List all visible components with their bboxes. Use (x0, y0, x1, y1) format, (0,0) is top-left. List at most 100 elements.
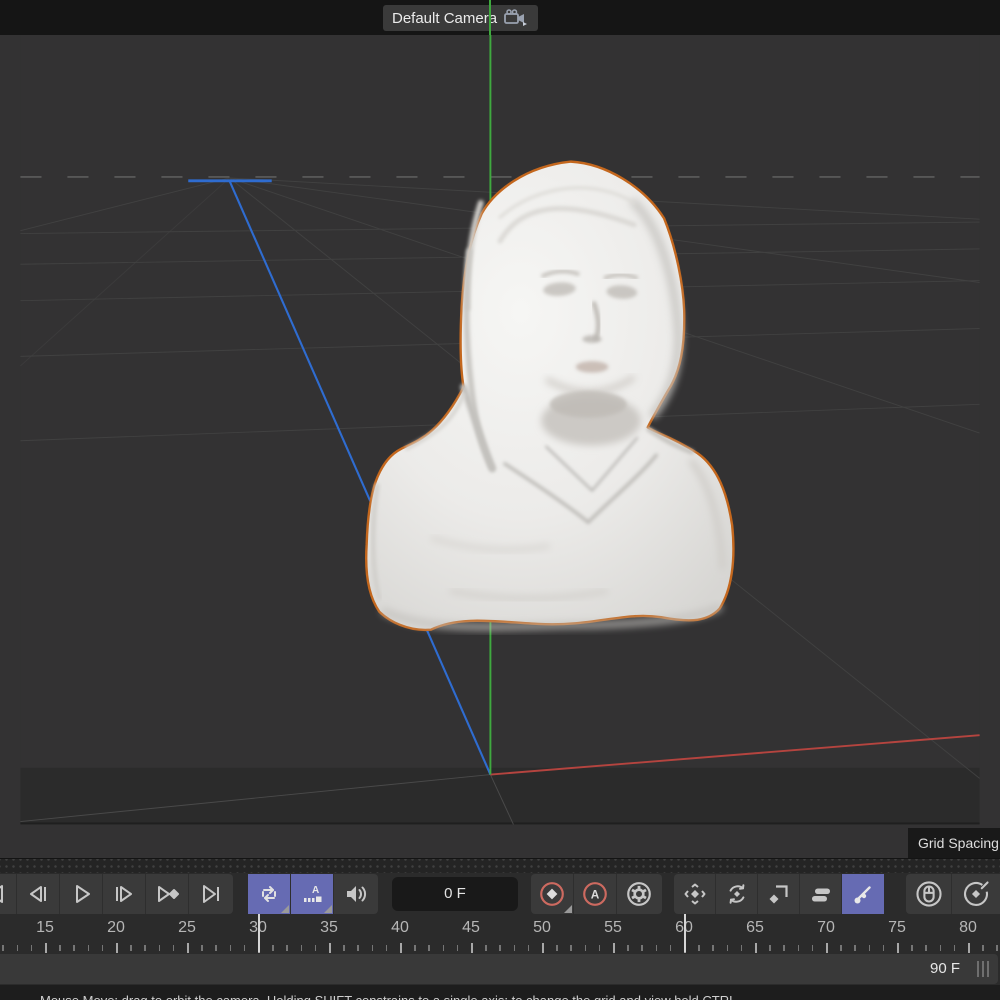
loop-cycle-button[interactable] (248, 874, 291, 914)
ruler-tick (244, 945, 246, 951)
viewport-bottom-edge (20, 823, 979, 825)
ruler-frame-label: 50 (533, 919, 551, 937)
ruler-tick (783, 945, 785, 951)
camera-menu-button[interactable]: Default Camera (383, 5, 538, 31)
ruler-tick (443, 945, 445, 951)
status-text: Mouse Move: drag to orbit the camera. Ho… (40, 993, 736, 1000)
ruler-tick (45, 943, 47, 953)
grid-spacing-label: Grid Spacing (908, 828, 1000, 858)
timeline-ticks[interactable] (0, 942, 1000, 954)
next-frame-button[interactable] (103, 874, 146, 914)
previous-frame-button[interactable] (17, 874, 60, 914)
timeline-ruler[interactable]: 1520253035404550556065707580 (0, 916, 1000, 942)
ruler-tick (372, 945, 374, 951)
current-frame-field[interactable]: 0 F (392, 877, 518, 911)
toolbar-grip-dots[interactable] (0, 858, 1000, 873)
ruler-tick (315, 945, 317, 951)
mouse-record-button[interactable] (906, 874, 952, 914)
ruler-tick (130, 945, 132, 951)
timeline-marker[interactable] (258, 914, 260, 952)
key-pla-button[interactable] (842, 874, 884, 914)
autokey-display-button[interactable]: A (291, 874, 334, 914)
ruler-tick (457, 945, 459, 951)
key-parameter-button[interactable] (800, 874, 842, 914)
scene-3d (0, 35, 1000, 858)
ruler-tick (514, 945, 516, 951)
ruler-tick (357, 945, 359, 951)
ruler-tick (414, 945, 416, 951)
timeline-marker[interactable] (684, 914, 686, 952)
ruler-tick (982, 945, 984, 951)
autokey-record-button[interactable]: A (574, 874, 617, 914)
timeline-range-bar[interactable]: 90 F (0, 954, 998, 984)
ruler-frame-label: 25 (178, 919, 196, 937)
ruler-tick (88, 945, 90, 951)
playback-options-group: A (248, 874, 378, 914)
ruler-tick (102, 945, 104, 951)
ruler-tick (471, 943, 473, 953)
ruler-tick (670, 945, 672, 951)
play-button[interactable] (60, 874, 103, 914)
keyframe-settings-button[interactable] (617, 874, 660, 914)
ruler-tick (826, 943, 828, 953)
ruler-tick (599, 945, 601, 951)
ruler-tick (968, 943, 970, 953)
ruler-frame-label: 40 (391, 919, 409, 937)
ruler-tick (769, 945, 771, 951)
camera-icon (504, 9, 529, 27)
end-frame-label: 90 F (930, 954, 960, 984)
play-to-next-key-button[interactable] (146, 874, 189, 914)
svg-text:A: A (312, 885, 319, 896)
ruler-tick (144, 945, 146, 951)
ruler-tick (883, 945, 885, 951)
viewport-canvas[interactable]: Grid Spacing (0, 35, 1000, 858)
ruler-frame-label: 15 (36, 919, 54, 937)
ruler-frame-label: 55 (604, 919, 622, 937)
camera-label: Default Camera (392, 10, 497, 27)
ruler-frame-label: 65 (746, 919, 764, 937)
ruler-tick (230, 945, 232, 951)
ruler-tick (954, 945, 956, 951)
go-to-end-button[interactable] (189, 874, 232, 914)
ruler-frame-label: 35 (320, 919, 338, 937)
sound-button[interactable] (334, 874, 377, 914)
ruler-tick (542, 943, 544, 953)
ruler-tick (911, 945, 913, 951)
ruler-tick (641, 945, 643, 951)
ruler-tick (712, 945, 714, 951)
range-grip-handle[interactable] (977, 961, 990, 977)
ruler-tick (499, 945, 501, 951)
key-rotation-button[interactable] (716, 874, 758, 914)
ruler-tick (698, 945, 700, 951)
ruler-tick (485, 945, 487, 951)
key-position-button[interactable] (674, 874, 716, 914)
ruler-tick (159, 945, 161, 951)
ruler-tick (854, 945, 856, 951)
ruler-frame-label: 20 (107, 919, 125, 937)
ruler-tick (656, 945, 658, 951)
rotation-record-button[interactable] (952, 874, 999, 914)
key-type-group (674, 874, 884, 914)
ruler-tick (201, 945, 203, 951)
ruler-tick (925, 945, 927, 951)
ruler-tick (400, 943, 402, 953)
record-options-group (906, 874, 1000, 914)
ruler-tick (386, 945, 388, 951)
ruler-tick (627, 945, 629, 951)
ruler-tick (727, 945, 729, 951)
ruler-tick (301, 945, 303, 951)
ruler-tick (343, 945, 345, 951)
go-to-start-button[interactable] (0, 874, 17, 914)
svg-text:A: A (591, 887, 600, 901)
ruler-tick (187, 943, 189, 953)
ruler-tick (17, 945, 19, 951)
key-scale-button[interactable] (758, 874, 800, 914)
ruler-tick (428, 945, 430, 951)
ruler-tick (940, 945, 942, 951)
ruler-tick (840, 945, 842, 951)
ruler-tick (798, 945, 800, 951)
ruler-tick (869, 945, 871, 951)
status-bar: Mouse Move: drag to orbit the camera. Ho… (0, 985, 1000, 1000)
ruler-frame-label: 75 (888, 919, 906, 937)
record-keyframe-button[interactable] (531, 874, 574, 914)
